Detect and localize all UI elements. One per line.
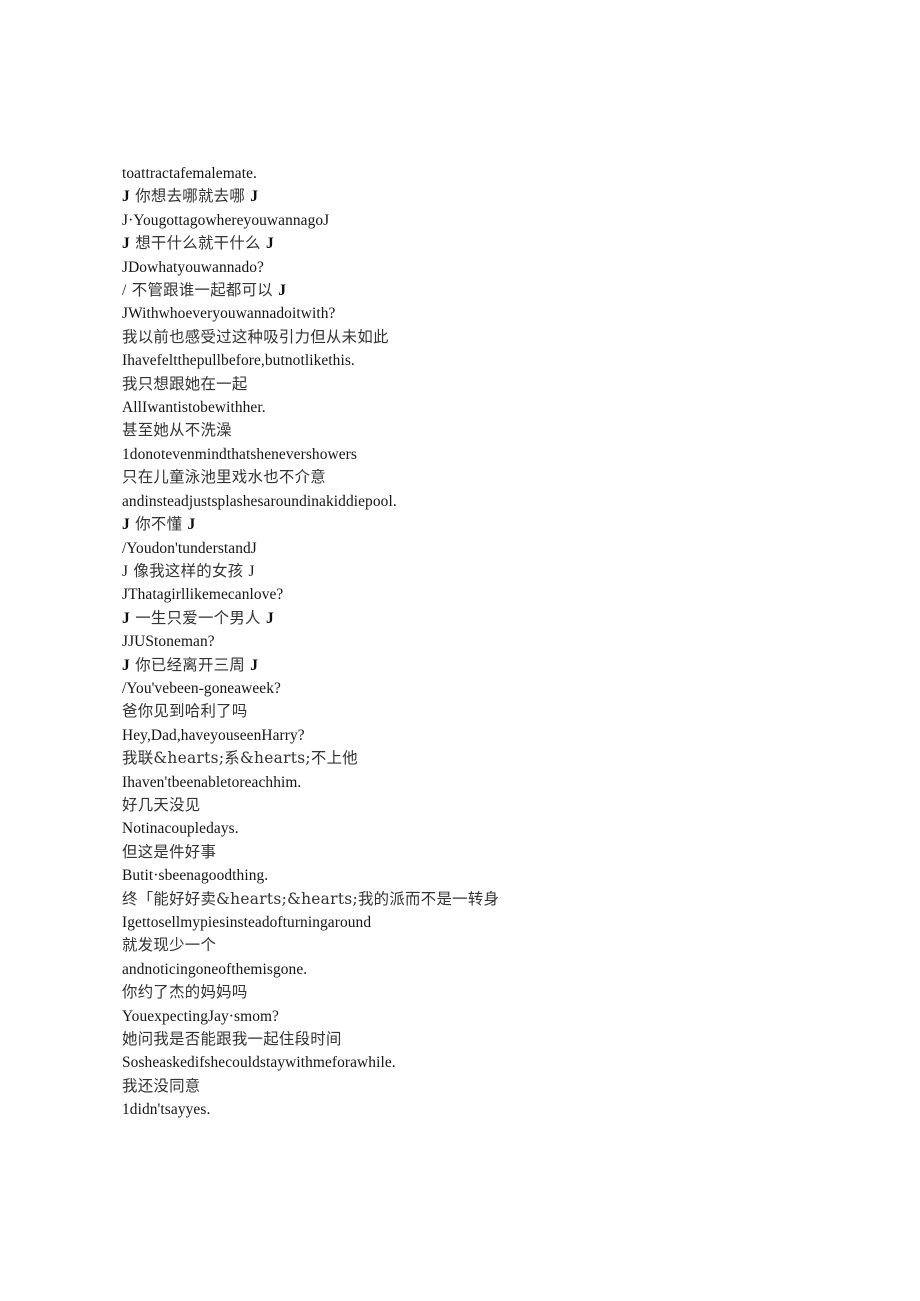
music-note-icon: J [250, 656, 259, 674]
music-note-icon: J [278, 282, 287, 300]
subtitle-transcript: toattractafemalemate. J 你想去哪就去哪 J J·Yougot… [122, 162, 822, 1122]
music-note-icon: J [265, 235, 274, 253]
transcript-line-text: 就发现少一个 [122, 936, 217, 955]
transcript-line-text: andinsteadjustsplashesaroundinakiddiepoo… [122, 492, 397, 510]
transcript-line: andinsteadjustsplashesaroundinakiddiepoo… [122, 490, 822, 513]
transcript-line: 我还没同意 [122, 1075, 822, 1098]
transcript-line: 但这是件好事 [122, 841, 822, 864]
transcript-line: Sosheaskedifshecouldstaywithmeforawhile. [122, 1051, 822, 1074]
transcript-line-text: 我还没同意 [122, 1076, 201, 1095]
transcript-line: YouexpectingJay·smom? [122, 1005, 822, 1028]
music-note-icon: J [248, 562, 255, 580]
music-note-icon: J [122, 188, 130, 206]
music-note-icon: J [122, 656, 130, 674]
document-page: toattractafemalemate. J 你想去哪就去哪 J J·Yougot… [0, 0, 920, 1301]
transcript-line: 好几天没见 [122, 794, 822, 817]
transcript-line-text: Hey,Dad,haveyouseenHarry? [122, 726, 305, 744]
transcript-line-text: Notinacoupledays. [122, 820, 239, 838]
transcript-line: 我只想跟她在一起 [122, 373, 822, 396]
transcript-line-text: Ihaven'tbeenabletoreachhim. [122, 773, 302, 791]
transcript-line: J·YougottagowhereyouwannagoJ [122, 209, 822, 232]
transcript-line: /Youdon'tunderstandJ [122, 537, 822, 560]
transcript-line: / 不管跟谁一起都可以 J [122, 279, 822, 302]
transcript-line: J 你想去哪就去哪 J [122, 185, 822, 208]
transcript-line-text: 甚至她从不洗澡 [122, 421, 232, 440]
transcript-line: /You'vebeen-goneaweek? [122, 677, 822, 700]
transcript-line: JWithwhoeveryouwannadoitwith? [122, 302, 822, 325]
transcript-line-text: 想干什么就干什么 [135, 234, 261, 253]
transcript-line: 1donotevenmindthatshenevershowers [122, 443, 822, 466]
transcript-line: andnoticingoneofthemisgone. [122, 958, 822, 981]
music-note-icon: J [187, 516, 196, 534]
transcript-line: J 你已经离开三周 J [122, 654, 822, 677]
transcript-line-text: toattractafemalemate. [122, 165, 257, 182]
transcript-line: Notinacoupledays. [122, 817, 822, 840]
transcript-line: 爸你见到哈利了吗 [122, 700, 822, 723]
transcript-line-text: 1donotevenmindthatshenevershowers [122, 445, 357, 463]
transcript-line-text: /You'vebeen-goneaweek? [122, 679, 281, 697]
transcript-line: Butit·sbeenagoodthing. [122, 864, 822, 887]
transcript-line: toattractafemalemate. [122, 162, 822, 185]
transcript-line: 我以前也感受过这种吸引力但从未如此 [122, 326, 822, 349]
transcript-line: J 你不懂 J [122, 513, 822, 536]
transcript-line-text: 但这是件好事 [122, 842, 217, 861]
transcript-line-text: 我只想跟她在一起 [122, 374, 248, 393]
transcript-line-text: J·YougottagowhereyouwannagoJ [122, 211, 330, 229]
transcript-line: J 像我这样的女孩 J [122, 560, 822, 583]
transcript-line-text: 我联&hearts;系&hearts;不上他 [122, 749, 358, 768]
transcript-line: J 一生只爱一个男人 J [122, 607, 822, 630]
transcript-line: Hey,Dad,haveyouseenHarry? [122, 724, 822, 747]
transcript-line-text: 你约了杰的妈妈吗 [122, 983, 248, 1002]
transcript-line: Ihavefeltthepullbefore,butnotlikethis. [122, 349, 822, 372]
transcript-line: JThatagirllikemecanlove? [122, 583, 822, 606]
transcript-line-text: JWithwhoeveryouwannadoitwith? [122, 305, 336, 323]
transcript-line-text: 好几天没见 [122, 795, 201, 814]
transcript-line-text: andnoticingoneofthemisgone. [122, 960, 308, 978]
transcript-line: J 想干什么就干什么 J [122, 232, 822, 255]
transcript-line-text: 你想去哪就去哪 [135, 187, 246, 206]
music-note-icon: J [122, 516, 130, 534]
music-note-icon: J [122, 562, 129, 580]
transcript-line-text: YouexpectingJay·smom? [122, 1007, 279, 1025]
transcript-line-text: 只在儿童泳池里戏水也不介意 [122, 468, 326, 487]
transcript-line-text: Butit·sbeenagoodthing. [122, 867, 269, 885]
transcript-line: 我联&hearts;系&hearts;不上他 [122, 747, 822, 770]
transcript-line-text: Igettosellmypiesinsteadofturningaround [122, 914, 372, 931]
music-note-icon: / [122, 282, 127, 300]
transcript-line-text: Ihavefeltthepullbefore,butnotlikethis. [122, 352, 355, 370]
transcript-line: JDowhatyouwannado? [122, 256, 822, 279]
transcript-line: AllIwantistobewithher. [122, 396, 822, 419]
transcript-line-text: AllIwantistobewithher. [122, 399, 266, 417]
transcript-line-text: JJUStoneman? [122, 633, 215, 651]
transcript-line-text: 不管跟谁一起都可以 [131, 281, 273, 300]
transcript-line-text: 爸你见到哈利了吗 [122, 702, 248, 721]
music-note-icon: J [122, 235, 130, 253]
transcript-line-text: 你已经离开三周 [135, 655, 246, 674]
transcript-line-text: 1didn'tsayyes. [122, 1101, 211, 1119]
music-note-icon: J [265, 609, 274, 627]
transcript-line: 1didn'tsayyes. [122, 1098, 822, 1121]
transcript-line-text: 你不懂 [135, 515, 183, 534]
transcript-line: JJUStoneman? [122, 630, 822, 653]
music-note-icon: J [122, 609, 130, 627]
music-note-icon: J [250, 188, 259, 206]
transcript-line-text: 一生只爱一个男人 [135, 608, 261, 627]
transcript-line: 她问我是否能跟我一起住段时间 [122, 1028, 822, 1051]
transcript-line: 就发现少一个 [122, 934, 822, 957]
transcript-line-text: JDowhatyouwannado? [122, 258, 264, 276]
transcript-line-text: JThatagirllikemecanlove? [122, 586, 284, 604]
transcript-line-text: /Youdon'tunderstandJ [122, 539, 257, 557]
transcript-line-text: 她问我是否能跟我一起住段时间 [122, 1030, 342, 1049]
transcript-line: 甚至她从不洗澡 [122, 419, 822, 442]
transcript-line-text: Sosheaskedifshecouldstaywithmeforawhile. [122, 1054, 396, 1072]
transcript-line: 终「能好好卖&hearts;&hearts;我的派而不是一转身 [122, 888, 822, 911]
transcript-line-text: 终「能好好卖&hearts;&hearts;我的派而不是一转身 [122, 889, 500, 908]
transcript-line-text: 像我这样的女孩 [133, 561, 244, 580]
transcript-line: Igettosellmypiesinsteadofturningaround [122, 911, 822, 934]
transcript-line-text: 我以前也感受过这种吸引力但从未如此 [122, 327, 389, 346]
transcript-line: 只在儿童泳池里戏水也不介意 [122, 466, 822, 489]
transcript-line: Ihaven'tbeenabletoreachhim. [122, 771, 822, 794]
transcript-line: 你约了杰的妈妈吗 [122, 981, 822, 1004]
